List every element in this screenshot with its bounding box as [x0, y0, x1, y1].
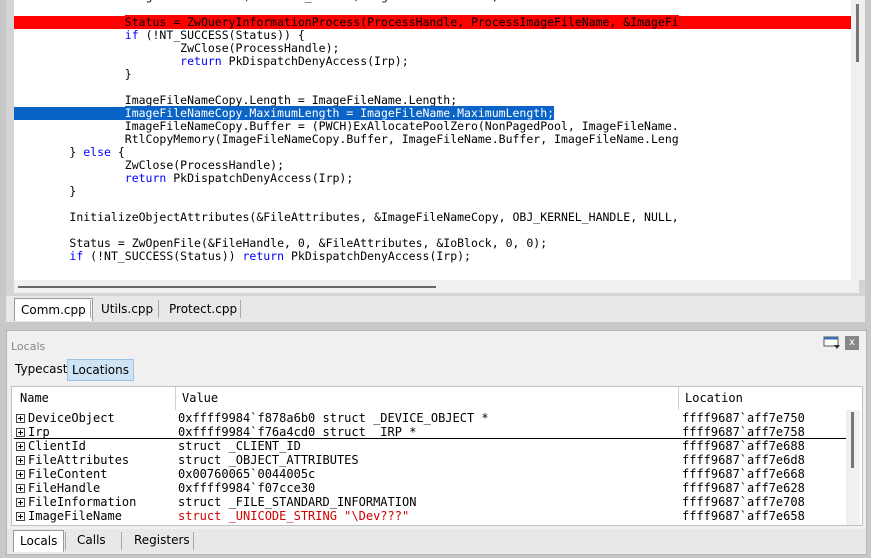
column-header-name[interactable]: Name: [16, 387, 49, 410]
variable-location: ffff9687`aff7e658: [682, 509, 805, 523]
variable-name: FileContent: [28, 467, 108, 481]
expand-plus-icon[interactable]: [16, 428, 25, 437]
locals-row[interactable]: FileAttributes struct _OBJECT_ATTRIBUTES f…: [12, 453, 846, 467]
file-tab-bar: Comm.cpp Utils.cpp Protect.cpp: [6, 296, 865, 322]
variable-location: ffff9687`aff7e668: [682, 467, 805, 481]
editor-horizontal-scroll-thumb[interactable]: [18, 286, 436, 288]
locals-name-cell: DeviceObject: [16, 411, 115, 425]
subtab-typecast[interactable]: Typecast: [11, 359, 71, 379]
close-button[interactable]: x: [845, 336, 859, 350]
locals-row[interactable]: ImageFileName struct _UNICODE_STRING "\De…: [12, 509, 846, 523]
locals-row[interactable]: FileInformation struct _FILE_STANDARD_INF…: [12, 495, 846, 509]
locals-row[interactable]: FileHandle 0xffff9984`f07cce30 ffff9687`af…: [12, 481, 846, 495]
code-line[interactable]: InitializeObjectAttributes(&FileAttribut…: [14, 211, 678, 224]
tab-protect-cpp[interactable]: Protect.cpp: [163, 298, 243, 320]
locals-name-cell: ImageFileName: [16, 509, 122, 523]
column-divider[interactable]: [678, 387, 679, 410]
window-options-icon[interactable]: [822, 336, 842, 350]
column-divider[interactable]: [175, 387, 176, 410]
variable-name: ImageFileName: [28, 509, 122, 523]
variable-location: ffff9687`aff7e708: [682, 495, 805, 509]
source-editor-pane: ImageFileName = *(PUNICODE_STRING)ImageF…: [6, 0, 865, 322]
variable-name: FileAttributes: [28, 453, 130, 467]
locals-name-cell: FileInformation: [16, 495, 136, 509]
editor-horizontal-scrollbar[interactable]: [14, 280, 859, 293]
tab-separator: [240, 300, 241, 318]
tab-separator: [90, 300, 91, 318]
tab-separator: [65, 532, 66, 550]
column-header-location[interactable]: Location: [681, 387, 743, 410]
expand-plus-icon[interactable]: [16, 456, 25, 465]
variable-value[interactable]: struct _FILE_STANDARD_INFORMATION: [178, 495, 416, 509]
variable-location: ffff9687`aff7e6d8: [682, 453, 805, 467]
tab-calls[interactable]: Calls: [71, 530, 112, 551]
expand-plus-icon[interactable]: [16, 414, 25, 423]
expand-plus-icon[interactable]: [16, 498, 25, 507]
expand-plus-icon[interactable]: [16, 442, 25, 451]
locals-grid: Name Value Location DeviceObject 0xffff99…: [11, 386, 863, 526]
variable-value[interactable]: struct _CLIENT_ID: [178, 439, 301, 453]
code-view[interactable]: ImageFileName = *(PUNICODE_STRING)ImageF…: [14, 0, 857, 293]
tab-separator: [158, 300, 159, 318]
variable-name: ClientId: [28, 439, 86, 453]
variable-value[interactable]: 0xffff9984`f76a4cd0 struct _IRP *: [178, 425, 416, 439]
bottom-tab-bar: Locals Calls Registers: [7, 529, 866, 553]
variable-name: Irp: [28, 425, 50, 439]
variable-name: DeviceObject: [28, 411, 115, 425]
variable-name: FileInformation: [28, 495, 137, 509]
tab-comm-cpp[interactable]: Comm.cpp: [14, 298, 93, 321]
variable-name: FileHandle: [28, 481, 101, 495]
locals-name-cell: FileHandle: [16, 481, 100, 495]
locals-vertical-scrollbar[interactable]: [846, 410, 860, 525]
variable-value[interactable]: 0xffff9984`f07cce30: [178, 481, 315, 495]
locals-row[interactable]: FileContent 0x00760065`0044005c ffff9687`a…: [12, 467, 846, 481]
locals-name-cell: FileContent: [16, 467, 107, 481]
expand-plus-icon[interactable]: [16, 470, 25, 479]
tab-utils-cpp[interactable]: Utils.cpp: [95, 298, 159, 320]
variable-location: ffff9687`aff7e750: [682, 411, 805, 425]
tab-registers[interactable]: Registers: [128, 530, 196, 551]
variable-value[interactable]: 0xffff9984`f878a6b0 struct _DEVICE_OBJEC…: [178, 411, 489, 425]
locals-row[interactable]: ClientId struct _CLIENT_ID ffff9687`aff7e6…: [12, 439, 846, 453]
locals-row[interactable]: Irp 0xffff9984`f76a4cd0 struct _IRP * ffff…: [12, 425, 846, 439]
subtab-locations[interactable]: Locations: [67, 359, 135, 381]
variable-location: ffff9687`aff7e688: [682, 439, 805, 453]
code-line[interactable]: }: [14, 68, 132, 81]
editor-vertical-scroll-thumb[interactable]: [856, 4, 859, 62]
locals-name-cell: ClientId: [16, 439, 86, 453]
tab-separator: [193, 532, 194, 550]
tab-separator: [121, 532, 122, 550]
tab-locals[interactable]: Locals: [13, 530, 65, 552]
variable-value[interactable]: 0x00760065`0044005c: [178, 467, 315, 481]
locals-window: Locals x Typecast Locations Name Value L…: [6, 330, 867, 555]
variable-value[interactable]: struct _OBJECT_ATTRIBUTES: [178, 453, 359, 467]
editor-vertical-scrollbar[interactable]: [851, 0, 865, 280]
expand-plus-icon[interactable]: [16, 484, 25, 493]
code-line[interactable]: ImageFileName = *(PUNICODE_STRING)ImageF…: [14, 0, 499, 3]
column-header-value[interactable]: Value: [178, 387, 218, 410]
expand-plus-icon[interactable]: [16, 512, 25, 521]
code-line[interactable]: if (!NT_SUCCESS(Status)) return PkDispat…: [14, 250, 471, 263]
locals-name-cell: Irp: [16, 425, 50, 439]
code-line[interactable]: }: [14, 185, 76, 198]
locals-row[interactable]: DeviceObject 0xffff9984`f878a6b0 struct _…: [12, 411, 846, 425]
variable-location: ffff9687`aff7e758: [682, 425, 805, 439]
locals-vertical-scroll-thumb[interactable]: [851, 412, 854, 468]
locals-name-cell: FileAttributes: [16, 453, 129, 467]
row-focus-line: [14, 438, 846, 439]
locals-title: Locals: [11, 340, 46, 353]
variable-value[interactable]: struct _UNICODE_STRING "\Dev???": [178, 509, 409, 523]
variable-location: ffff9687`aff7e628: [682, 481, 805, 495]
